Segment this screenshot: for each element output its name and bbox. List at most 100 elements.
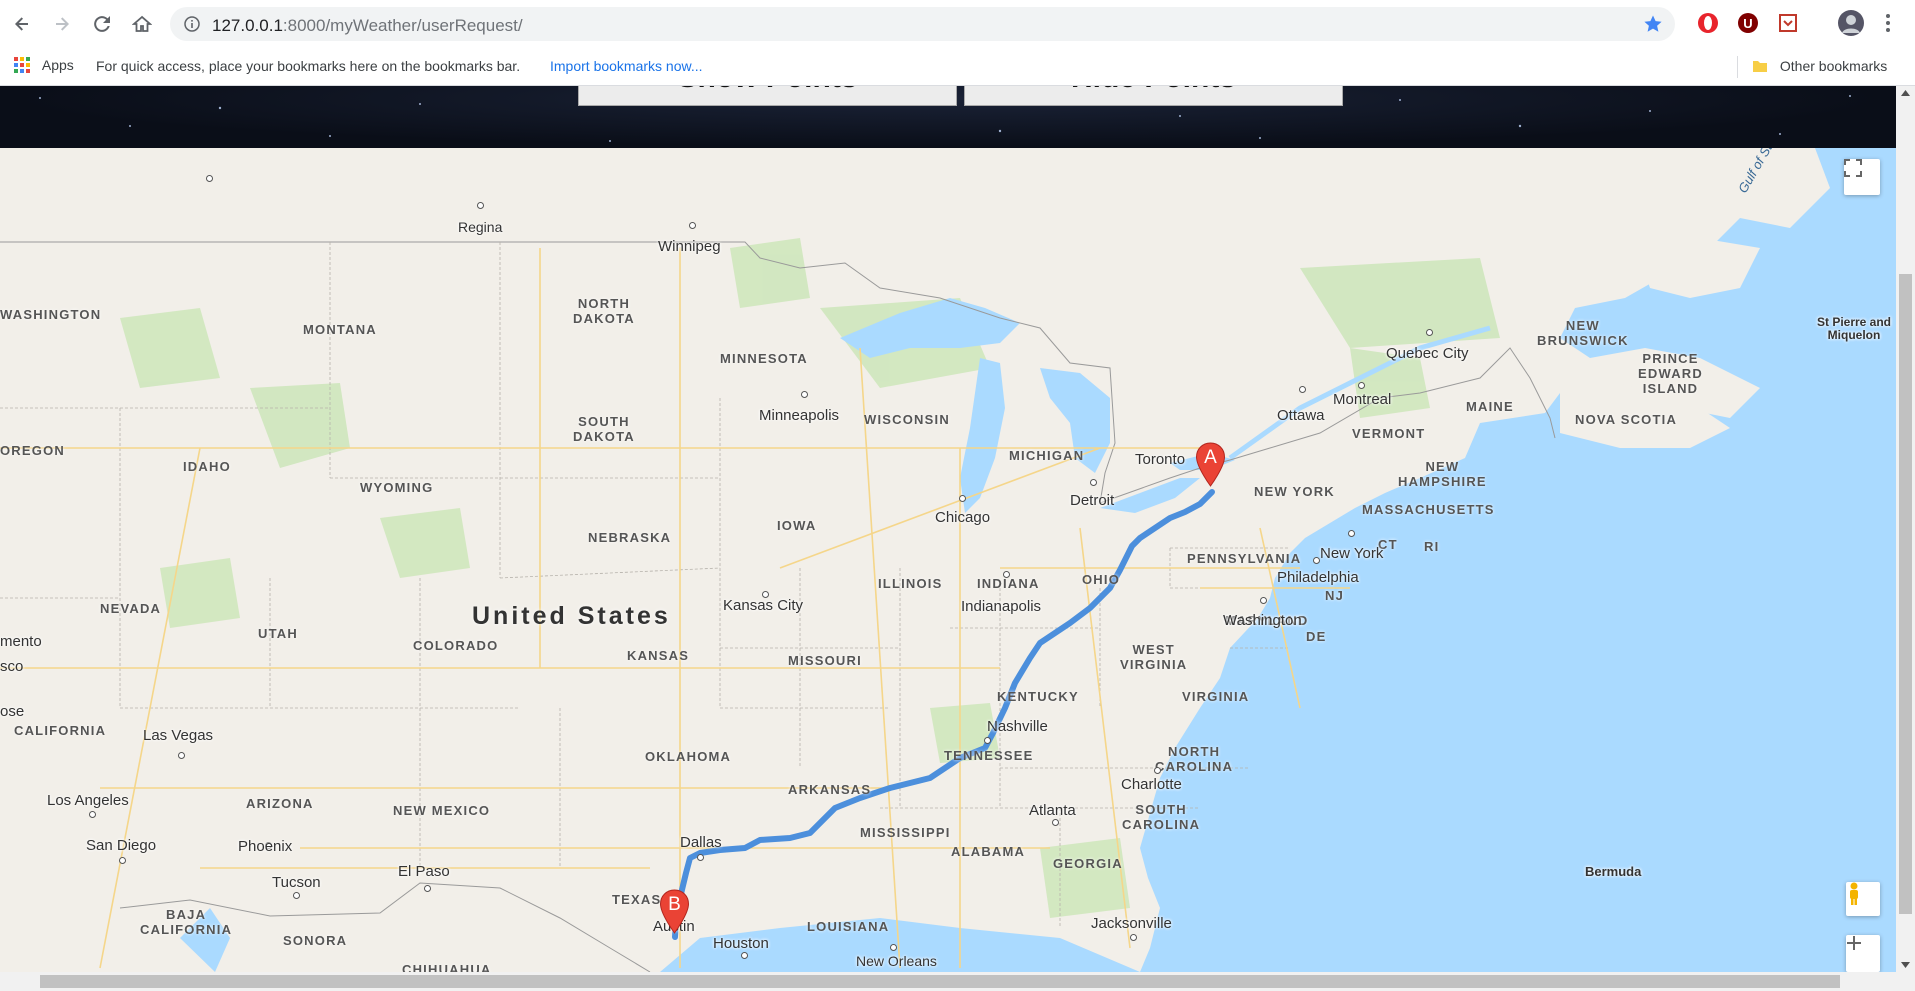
zoom-in-button[interactable] [1846, 935, 1880, 972]
fullscreen-button[interactable] [1844, 159, 1880, 195]
city-dot-washington [1260, 597, 1267, 604]
home-icon [132, 15, 152, 32]
city-dot-nashville [984, 737, 991, 744]
ublock-extension-icon[interactable]: U [1736, 11, 1760, 35]
chrome-menu-button[interactable] [1876, 11, 1900, 35]
city-dot-regina [477, 202, 484, 209]
state-missouri: MISSOURI [788, 653, 862, 668]
country-label: United States [472, 602, 671, 630]
city-dot-chicago [959, 495, 966, 502]
route-end-marker[interactable]: B [659, 889, 690, 934]
state-south-dakota: SOUTH DAKOTA [573, 414, 635, 444]
scroll-down-arrow-icon[interactable] [1901, 962, 1910, 968]
opera-extension-icon[interactable] [1696, 11, 1720, 35]
city-toronto: Toronto [1135, 451, 1186, 468]
city-tucson: Tucson [272, 874, 321, 891]
profile-avatar[interactable] [1836, 8, 1866, 38]
state-nevada: NEVADA [100, 601, 162, 616]
apps-grid-icon [14, 57, 30, 73]
state-oregon: OREGON [0, 443, 65, 458]
state-colorado: COLORADO [413, 638, 499, 653]
city-dot-el-paso [424, 885, 431, 892]
city-philadelphia: Philadelphia [1277, 569, 1359, 586]
svg-text:U: U [1743, 16, 1752, 31]
state-montana: MONTANA [303, 322, 377, 337]
city-dot-saskatoon [206, 175, 213, 182]
city-quebec-city: Quebec City [1386, 345, 1469, 362]
city-dot-san-diego [119, 857, 126, 864]
apps-shortcut[interactable]: Apps [14, 57, 74, 73]
route-start-label: A [1204, 447, 1217, 468]
state-georgia: GEORGIA [1053, 856, 1123, 871]
pegman-icon [1850, 882, 1858, 905]
vertical-scroll-thumb[interactable] [1899, 274, 1912, 914]
horizontal-scroll-thumb[interactable] [40, 975, 1840, 988]
other-bookmarks-folder[interactable]: Other bookmarks [1752, 58, 1887, 74]
city-jacksonville: Jacksonville [1091, 915, 1172, 932]
pocket-extension-icon[interactable] [1776, 11, 1800, 35]
state-de: DE [1306, 629, 1327, 644]
city-dot-montreal [1358, 382, 1365, 389]
city-dot-houston [741, 952, 748, 959]
city-kansas-city: Kansas City [723, 597, 804, 614]
city-charlotte: Charlotte [1121, 776, 1182, 793]
back-arrow-icon [15, 17, 28, 31]
other-bookmarks-label: Other bookmarks [1779, 58, 1888, 74]
city-dot-los-angeles [89, 811, 96, 818]
street-view-pegman[interactable] [1846, 882, 1880, 916]
state-north-dakota: NORTH DAKOTA [573, 296, 635, 326]
apps-label: Apps [41, 57, 74, 73]
city-minneapolis: Minneapolis [759, 407, 840, 424]
city-dallas: Dallas [680, 834, 722, 851]
state-pennsylvania: PENNSYLVANIA [1187, 551, 1302, 566]
scroll-up-arrow-icon[interactable] [1901, 90, 1910, 96]
city-montreal: Montreal [1333, 391, 1392, 408]
city-dot-quebec [1426, 329, 1433, 336]
hide-points-button[interactable]: Hide Points [964, 86, 1343, 106]
city-las-vegas: Las Vegas [143, 727, 214, 744]
state-sonora: SONORA [283, 933, 348, 948]
forward-button[interactable] [48, 10, 76, 38]
address-bar[interactable]: 127.0.0.1:8000/myWeather/userRequest/ [170, 7, 1675, 41]
city-regina: Regina [458, 219, 503, 235]
state-ohio: OHIO [1082, 572, 1121, 587]
state-virginia: VIRGINIA [1182, 689, 1250, 704]
page-content: Show Points Hide Points [0, 86, 1896, 972]
state-new-york: NEW YORK [1254, 484, 1335, 499]
route-start-marker[interactable]: A [1195, 442, 1226, 487]
state-pei: PRINCE EDWARD ISLAND [1638, 351, 1703, 396]
horizontal-scrollbar[interactable] [0, 972, 1915, 991]
city-st-pierre: St Pierre and Miquelon [1816, 315, 1892, 342]
state-alabama: ALABAMA [951, 844, 1026, 859]
city-dot-atlanta [1052, 819, 1059, 826]
city-dot-ottawa [1299, 386, 1306, 393]
city-new-york: New York [1320, 545, 1384, 562]
reload-button[interactable] [88, 10, 116, 38]
route-map[interactable]: United States WASHINGTON MONTANA NORTH D… [0, 148, 1896, 972]
browser-toolbar: 127.0.0.1:8000/myWeather/userRequest/ U [0, 0, 1915, 48]
show-points-button[interactable]: Show Points [578, 86, 957, 106]
import-bookmarks-link[interactable]: Import bookmarks now... [550, 58, 703, 74]
state-louisiana: LOUISIANA [807, 919, 890, 934]
state-north-carolina: NORTH CAROLINA [1155, 744, 1234, 774]
city-dot-philadelphia [1313, 557, 1320, 564]
city-dot-winnipeg [689, 222, 696, 229]
bookmarks-divider [1737, 56, 1738, 78]
state-kansas: KANSAS [627, 648, 690, 663]
state-wisconsin: WISCONSIN [864, 412, 950, 427]
plus-icon [1847, 936, 1861, 950]
back-button[interactable] [8, 10, 36, 38]
star-bookmark-icon[interactable] [1643, 14, 1663, 34]
state-washington: WASHINGTON [0, 307, 102, 322]
city-nashville: Nashville [987, 718, 1048, 735]
state-west-virginia: WEST VIRGINIA [1120, 642, 1188, 672]
vertical-scrollbar[interactable] [1896, 86, 1915, 972]
folder-icon [1753, 61, 1767, 72]
city-dot-jacksonville [1130, 934, 1137, 941]
starfield-header: Show Points Hide Points [0, 86, 1896, 148]
home-button[interactable] [128, 10, 156, 38]
city-dot-new-orleans [890, 944, 897, 951]
route-end-label: B [668, 894, 681, 915]
state-illinois: ILLINOIS [878, 576, 943, 591]
state-baja: BAJA CALIFORNIA [140, 907, 233, 937]
